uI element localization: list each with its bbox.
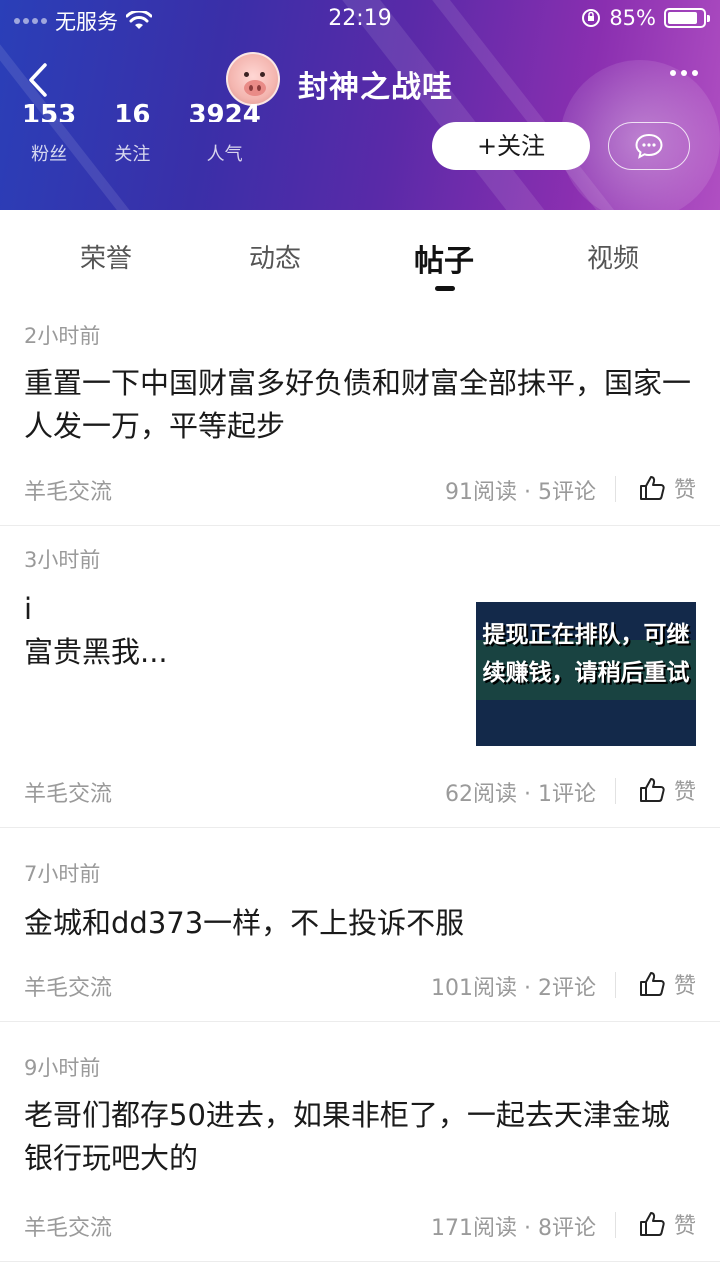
follow-button[interactable]: +关注 — [432, 122, 590, 170]
stat-label: 粉丝 — [31, 144, 68, 165]
post-content[interactable]: 金城和dd373一样，不上投诉不服 — [24, 902, 694, 945]
stat-value: 3924 — [188, 102, 261, 122]
battery-percent: 85% — [609, 6, 656, 30]
battery-icon — [664, 8, 710, 28]
like-button[interactable]: 赞 — [638, 1208, 696, 1240]
profile-header: 无服务 22:19 85% 封神之战哇 153 粉丝 16 关注 3924 人气… — [0, 0, 720, 210]
divider — [615, 1212, 616, 1238]
post-counts: 101阅读 · 2评论 — [431, 976, 596, 1001]
avatar[interactable] — [226, 52, 280, 106]
avatar-eye — [244, 72, 249, 77]
post-time: 3小时前 — [24, 548, 101, 572]
divider — [615, 972, 616, 998]
post-item[interactable]: 7小时前 金城和dd373一样，不上投诉不服 羊毛交流 101阅读 · 2评论 … — [0, 828, 720, 1022]
status-right-group: 85% — [581, 6, 710, 30]
post-content[interactable]: 重置一下中国财富多好负债和财富全部抹平，国家一人发一万，平等起步 — [24, 362, 694, 448]
post-content-line: 富贵黑我... — [24, 635, 168, 669]
thumbs-up-icon — [639, 1212, 665, 1236]
post-item[interactable]: 2小时前 重置一下中国财富多好负债和财富全部抹平，国家一人发一万，平等起步 羊毛… — [0, 306, 720, 526]
chevron-left-icon — [29, 63, 47, 97]
post-counts: 91阅读 · 5评论 — [445, 480, 596, 505]
post-forum[interactable]: 羊毛交流 — [24, 474, 112, 506]
post-counts: 62阅读 · 1评论 — [445, 782, 596, 807]
message-button[interactable] — [608, 122, 690, 170]
profile-stats: 153 粉丝 16 关注 3924 人气 — [22, 102, 299, 166]
stat-value: 16 — [114, 102, 151, 122]
post-meta: 羊毛交流 91阅读 · 5评论 赞 — [24, 472, 696, 506]
stat-following[interactable]: 16 关注 — [114, 102, 151, 166]
status-bar: 无服务 22:19 85% — [0, 0, 720, 40]
like-button[interactable]: 赞 — [638, 968, 696, 1000]
post-meta: 羊毛交流 101阅读 · 2评论 赞 — [24, 968, 696, 1002]
tab-videos[interactable]: 视频 — [553, 238, 673, 275]
divider — [615, 778, 616, 804]
like-button[interactable]: 赞 — [638, 472, 696, 504]
battery-fill — [668, 12, 697, 24]
like-label: 赞 — [673, 780, 696, 805]
profile-tabs: 荣誉 动态 帖子 视频 — [0, 210, 720, 306]
active-tab-indicator — [435, 286, 455, 291]
thumbs-up-icon — [639, 778, 665, 802]
post-feed: 2小时前 重置一下中国财富多好负债和财富全部抹平，国家一人发一万，平等起步 羊毛… — [0, 306, 720, 1262]
post-content-line: i — [24, 592, 33, 626]
post-forum[interactable]: 羊毛交流 — [24, 776, 112, 808]
post-forum[interactable]: 羊毛交流 — [24, 1210, 112, 1242]
stat-value: 153 — [22, 102, 77, 122]
tab-activity[interactable]: 动态 — [215, 238, 335, 275]
post-item[interactable]: 3小时前 i 富贵黑我... 提现正在排队，可继续赚钱，请稍后重试 羊毛交流 6… — [0, 526, 720, 828]
post-content[interactable]: 老哥们都存50进去，如果非柜了，一起去天津金城银行玩吧大的 — [24, 1094, 694, 1180]
like-button[interactable]: 赞 — [638, 774, 696, 806]
back-button[interactable] — [18, 58, 58, 102]
stat-popularity: 3924 人气 — [188, 102, 260, 166]
like-label: 赞 — [673, 974, 696, 999]
post-time: 2小时前 — [24, 324, 101, 348]
avatar-eye — [260, 72, 265, 77]
rotation-lock-icon — [582, 9, 601, 27]
post-time: 9小时前 — [24, 1056, 101, 1080]
post-meta: 羊毛交流 62阅读 · 1评论 赞 — [24, 774, 696, 808]
thumbs-up-icon — [639, 972, 665, 996]
post-image-text: 提现正在排队，可继续赚钱，请稍后重试 — [482, 622, 690, 686]
stat-label: 人气 — [206, 144, 243, 165]
profile-name: 封神之战哇 — [298, 70, 453, 105]
stat-fans[interactable]: 153 粉丝 — [22, 102, 76, 166]
avatar-snout — [244, 80, 266, 96]
stat-label: 关注 — [114, 144, 151, 165]
divider — [615, 476, 616, 502]
like-label: 赞 — [673, 478, 696, 503]
tab-posts[interactable]: 帖子 — [384, 236, 504, 280]
chat-bubble-icon — [635, 133, 663, 159]
post-forum[interactable]: 羊毛交流 — [24, 970, 112, 1002]
tab-honors[interactable]: 荣誉 — [46, 238, 166, 275]
post-image[interactable]: 提现正在排队，可继续赚钱，请稍后重试 — [476, 602, 696, 746]
post-item[interactable]: 9小时前 老哥们都存50进去，如果非柜了，一起去天津金城银行玩吧大的 羊毛交流 … — [0, 1022, 720, 1262]
top-nav: 封神之战哇 — [0, 48, 720, 112]
post-counts: 171阅读 · 8评论 — [431, 1216, 596, 1241]
post-time: 7小时前 — [24, 862, 101, 886]
post-content[interactable]: i 富贵黑我... — [24, 588, 444, 674]
like-label: 赞 — [673, 1214, 696, 1239]
more-options-button[interactable] — [670, 70, 698, 76]
thumbs-up-icon — [639, 476, 665, 500]
post-meta: 羊毛交流 171阅读 · 8评论 赞 — [24, 1208, 696, 1242]
